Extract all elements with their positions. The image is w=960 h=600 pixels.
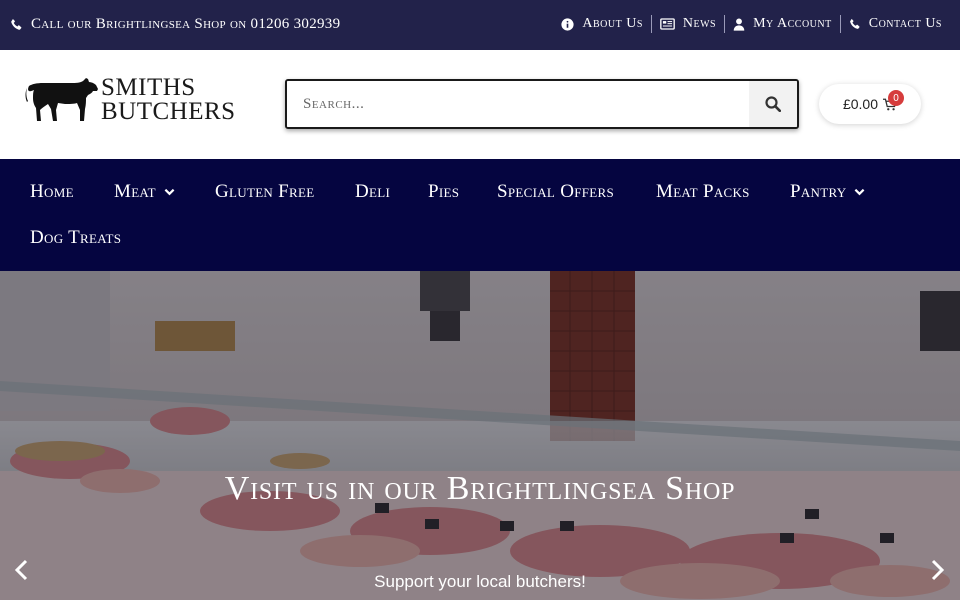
nav-item-meat[interactable]: Meat <box>114 181 175 203</box>
search-bar <box>285 79 799 129</box>
search-button[interactable] <box>749 81 797 127</box>
slider-next-button[interactable] <box>929 559 945 586</box>
cart-count-badge: 0 <box>888 90 904 106</box>
top-links: About Us News My Account Contact Us <box>553 15 950 33</box>
nav-item-label: Home <box>30 181 74 202</box>
newspaper-icon <box>660 18 675 30</box>
my-account-link[interactable]: My Account <box>725 16 840 32</box>
site-header: SMITHS BUTCHERS £0.00 0 <box>0 50 960 159</box>
top-bar: Call our Brightlingsea Shop on 01206 302… <box>0 0 960 50</box>
nav-item-home[interactable]: Home <box>30 181 74 203</box>
nav-item-label: Meat <box>114 181 156 202</box>
news-link[interactable]: News <box>652 16 724 32</box>
nav-item-special-offers[interactable]: Special Offers <box>497 181 614 203</box>
chevron-left-icon <box>14 559 28 581</box>
logo-text: SMITHS BUTCHERS <box>101 74 236 125</box>
nav-item-pantry[interactable]: Pantry <box>790 181 865 203</box>
main-nav: Home Meat Gluten Free Deli Pies Special … <box>0 159 960 271</box>
nav-item-deli[interactable]: Deli <box>355 181 390 203</box>
cow-logo-icon <box>25 78 98 121</box>
user-icon <box>733 17 745 31</box>
nav-item-label: Pantry <box>790 181 847 202</box>
nav-item-gluten-free[interactable]: Gluten Free <box>215 181 315 203</box>
site-logo[interactable]: SMITHS BUTCHERS <box>25 74 236 126</box>
logo-line-2: BUTCHERS <box>101 98 236 125</box>
about-us-label: About Us <box>582 16 643 31</box>
phone-icon <box>11 18 22 30</box>
nav-item-dog-treats[interactable]: Dog Treats <box>30 227 121 249</box>
nav-item-label: Deli <box>355 181 391 202</box>
chevron-down-icon <box>855 188 865 196</box>
slider-prev-button[interactable] <box>14 559 30 586</box>
logo-line-1: SMITHS <box>101 74 196 101</box>
my-account-label: My Account <box>753 16 832 31</box>
call-text: Call our Brightlingsea Shop on 01206 302… <box>31 16 341 32</box>
info-icon <box>561 17 574 31</box>
chevron-down-icon <box>164 188 175 196</box>
hero-slider: Visit us in our Brightlingsea Shop Suppo… <box>0 271 960 600</box>
nav-item-label: Gluten Free <box>215 181 315 202</box>
news-label: News <box>682 16 717 31</box>
about-us-link[interactable]: About Us <box>553 16 651 32</box>
call-shop-link[interactable]: Call our Brightlingsea Shop on 01206 302… <box>10 16 340 33</box>
cart-button[interactable]: £0.00 0 <box>819 84 921 124</box>
search-icon <box>765 96 781 112</box>
contact-us-label: Contact Us <box>868 16 942 31</box>
nav-item-label: Special Offers <box>497 181 615 202</box>
nav-item-label: Dog Treats <box>30 227 122 248</box>
search-input[interactable] <box>287 81 749 127</box>
contact-us-link[interactable]: Contact Us <box>841 16 950 32</box>
hero-subtitle: Support your local butchers! <box>374 572 586 591</box>
cart-total: £0.00 <box>842 96 879 112</box>
nav-item-label: Meat Packs <box>656 181 750 202</box>
nav-item-label: Pies <box>428 181 460 202</box>
chevron-right-icon <box>931 559 945 581</box>
hero-overlay <box>0 271 960 600</box>
nav-item-pies[interactable]: Pies <box>428 181 459 203</box>
phone-icon <box>849 18 860 29</box>
nav-item-meat-packs[interactable]: Meat Packs <box>656 181 750 203</box>
hero-title: Visit us in our Brightlingsea Shop <box>224 470 736 507</box>
